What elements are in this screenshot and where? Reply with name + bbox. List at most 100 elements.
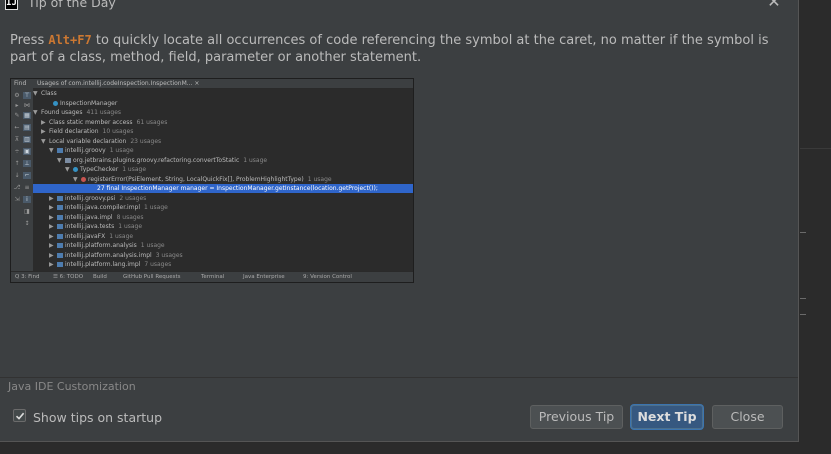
- usage-tree-row[interactable]: ▼ registerError(PsiElement, String, Local…: [33, 175, 332, 184]
- usage-tree-row-label: Local variable declaration: [49, 137, 127, 145]
- module-icon: [57, 233, 63, 239]
- preview-icon: ⎇: [13, 184, 21, 191]
- usage-tree-row-label: intellij.javaFX: [65, 232, 106, 240]
- close-icon[interactable]: ✕: [766, 0, 782, 10]
- tool-window-find: Q 3: Find: [15, 274, 40, 280]
- usage-tree-row[interactable]: ▼ Class: [33, 89, 57, 98]
- filter-icon: ⊤: [23, 92, 31, 99]
- usage-tree-row[interactable]: ▼ Found usages 411 usages: [33, 108, 121, 117]
- ide-background-mark: [800, 298, 806, 299]
- find-tab: Find: [14, 80, 27, 87]
- class-icon: ⊥: [23, 160, 31, 167]
- usage-tree-row[interactable]: ▼ Local variable declaration 23 usages: [33, 137, 161, 146]
- usage-tree-row[interactable]: ▶ intellij.javaFX 1 usage: [33, 232, 133, 241]
- module-icon: ▤: [23, 124, 31, 131]
- file-icon: ▣: [23, 148, 31, 155]
- package-icon: ▥: [23, 136, 31, 143]
- usage-tree-row[interactable]: ▼ intellij.groovy 1 usage: [33, 146, 134, 155]
- help-icon: ◨: [24, 208, 30, 215]
- module-icon: [57, 148, 63, 153]
- ide-background-divider: [798, 148, 831, 149]
- usage-tree-row[interactable]: ▶ intellij.groovy.psi 2 usages: [33, 194, 146, 203]
- find-tool-window-tabs: Find Usages of com.intellij.codeInspecti…: [11, 79, 413, 89]
- collapsed-arrow-icon[interactable]: ▶: [49, 241, 57, 250]
- usage-count: 1 usage: [144, 204, 168, 211]
- expanded-arrow-icon[interactable]: ▼: [65, 165, 73, 174]
- collapsed-arrow-icon[interactable]: ▶: [49, 232, 57, 241]
- tool-window-bar: Q 3: Find ☰ 6: TODO Build GitHub Pull Re…: [11, 271, 413, 282]
- ide-background-mark: [800, 232, 806, 233]
- usage-tree-row[interactable]: ▶ intellij.java.impl 8 usages: [33, 213, 144, 222]
- down-icon: ↓: [14, 172, 20, 179]
- previous-tip-button[interactable]: Previous Tip: [530, 405, 623, 429]
- ide-background-mark: [800, 314, 806, 315]
- usage-count: 2 usages: [119, 194, 147, 202]
- usage-tree-row[interactable]: ▶ Class static member access 61 usages: [33, 118, 167, 127]
- usage-tree-row-label: Class: [41, 90, 57, 97]
- usage-count: 3 usages: [155, 251, 183, 259]
- usage-tree-row[interactable]: ▶ intellij.platform.lang.impl 7 usages: [33, 260, 171, 269]
- collapsed-arrow-icon[interactable]: ▶: [49, 194, 57, 203]
- checkmark-icon: [15, 412, 25, 420]
- collapsed-arrow-icon[interactable]: ▶: [41, 118, 49, 127]
- usage-tree-row[interactable]: InspectionManager: [33, 99, 117, 108]
- usage-tree-row-label: InspectionManager: [60, 99, 118, 107]
- collapsed-arrow-icon[interactable]: ▶: [49, 222, 57, 231]
- usage-tree-row[interactable]: ▼ TypeChecker 1 usage: [33, 165, 146, 174]
- usage-tree-row[interactable]: ▶ Field declaration 10 usages: [33, 127, 133, 136]
- expanded-arrow-icon[interactable]: ▼: [33, 89, 41, 98]
- tool-window-github: GitHub Pull Requests: [123, 274, 181, 280]
- usage-tree-row[interactable]: ▶ intellij.java.tests 1 usage: [33, 222, 142, 231]
- intellij-app-icon: IJ: [5, 0, 18, 10]
- tip-text-prefix: Press: [10, 33, 49, 48]
- usage-tree-row[interactable]: ▶ intellij.platform.analysis.impl 3 usages: [33, 251, 183, 260]
- find-toolbar: ⚙ ⊤ ▸ ⋈ ✎ ▦ ← ▤ ⊼ ▥ ÷ ▣ ↑ ⊥ ↓ ⌐ ⎇ ≡ ⇲ i …: [11, 88, 33, 272]
- settings-icon: ⚙: [14, 92, 20, 99]
- collapsed-arrow-icon[interactable]: ▶: [49, 260, 57, 269]
- app-icon-letters: IJ: [6, 0, 17, 8]
- expanded-arrow-icon[interactable]: ▼: [41, 137, 49, 146]
- usage-tree-row[interactable]: 27 final InspectionManager manager = Ins…: [33, 184, 413, 193]
- module-icon: [57, 224, 63, 229]
- usage-count: 1 usage: [109, 147, 134, 154]
- usage-tree-row-label: Class static member access: [49, 118, 133, 126]
- usage-count: 1 usage: [118, 223, 143, 230]
- expanded-arrow-icon[interactable]: ▼: [33, 108, 41, 117]
- tool-window-build: Build: [93, 274, 107, 280]
- usage-tree-row[interactable]: ▶ intellij.platform.analysis 1 usage: [33, 241, 165, 250]
- tool-window-version-control: 9: Version Control: [303, 274, 352, 280]
- footer-divider: [0, 377, 798, 378]
- module-icon: [57, 195, 63, 201]
- module-icon: [57, 252, 63, 258]
- usage-tree-row-label: intellij.java.tests: [65, 223, 115, 230]
- module-icon: [57, 205, 63, 210]
- next-tip-button[interactable]: Next Tip: [631, 405, 703, 429]
- usage-tree-row-label: registerError(PsiElement, String, LocalQ…: [88, 175, 304, 183]
- show-tips-checkbox[interactable]: [13, 409, 26, 422]
- usage-tree-row[interactable]: ▶ intellij.java.compiler.impl 1 usage: [33, 203, 168, 212]
- collapsed-arrow-icon[interactable]: ▶: [49, 203, 57, 212]
- group-icon: ▦: [23, 112, 31, 119]
- rerun-icon: ▸: [15, 102, 19, 109]
- tip-text: Press Alt+F7 to quickly locate all occur…: [10, 32, 780, 66]
- collapsed-arrow-icon[interactable]: ▶: [41, 127, 49, 136]
- expanded-arrow-icon[interactable]: ▼: [73, 175, 81, 184]
- show-tips-label[interactable]: Show tips on startup: [33, 410, 162, 425]
- usage-count: 8 usages: [116, 213, 144, 221]
- usage-tree-row-label: intellij.platform.analysis.impl: [65, 251, 152, 259]
- close-button[interactable]: Close: [712, 405, 783, 429]
- collapsed-arrow-icon[interactable]: ▶: [49, 213, 57, 222]
- expanded-arrow-icon[interactable]: ▼: [57, 156, 65, 165]
- back-icon: ←: [14, 124, 20, 131]
- usage-count: 1 usage: [243, 156, 268, 164]
- usage-count: 61 usages: [136, 118, 168, 126]
- usage-tree-row-label: intellij.java.compiler.impl: [65, 204, 141, 211]
- usage-tree-row[interactable]: ▼ org.jetbrains.plugins.groovy.refactorin…: [33, 156, 267, 165]
- usages-tab: Usages of com.intellij.codeInspection.In…: [37, 80, 200, 87]
- collapsed-arrow-icon[interactable]: ▶: [49, 251, 57, 260]
- tip-category-label: Java IDE Customization: [8, 380, 136, 393]
- usage-count: 1 usage: [140, 242, 165, 249]
- usage-count: 1 usage: [122, 166, 147, 173]
- usage-count: 7 usages: [144, 261, 172, 268]
- expanded-arrow-icon[interactable]: ▼: [49, 146, 57, 155]
